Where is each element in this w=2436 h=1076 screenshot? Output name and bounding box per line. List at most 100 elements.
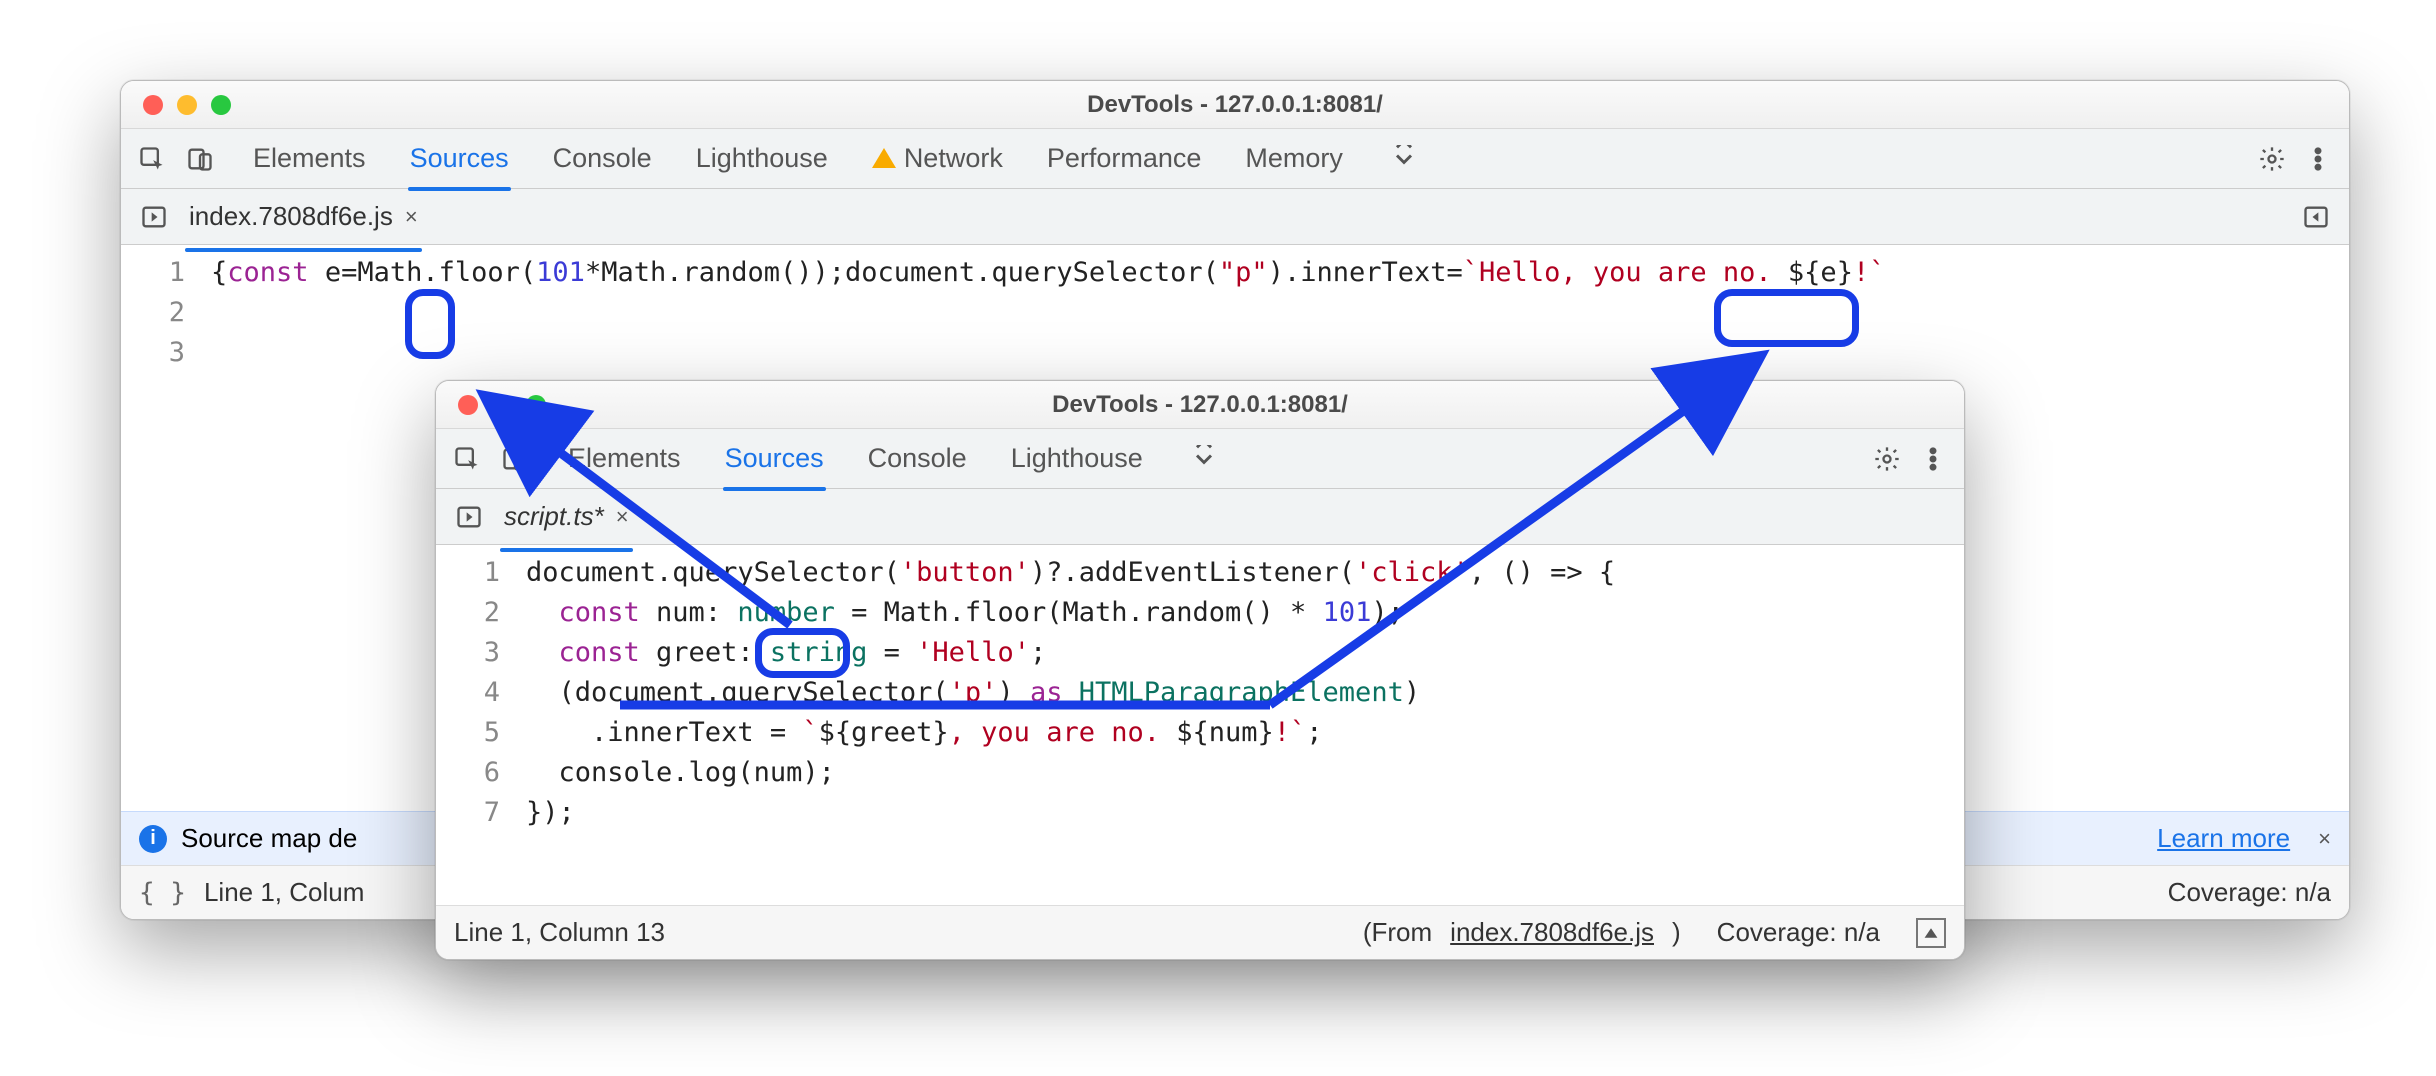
pretty-print-icon[interactable]: { } (139, 878, 186, 908)
coverage-label: Coverage: n/a (1717, 917, 1880, 948)
code-token: ` (802, 717, 818, 748)
tab-console[interactable]: Console (866, 431, 969, 486)
close-tab-icon[interactable]: × (405, 204, 418, 230)
code-token: const (526, 637, 656, 668)
kebab-menu-icon[interactable] (2299, 140, 2337, 178)
code-token: !` (1274, 717, 1307, 748)
code-token: HTMLParagraphElement (1079, 677, 1404, 708)
code-token: Math.random());document.querySelector( (601, 257, 1219, 288)
line-number: 6 (436, 753, 500, 793)
tab-elements[interactable]: Elements (251, 131, 368, 186)
toggle-device-icon[interactable] (181, 140, 219, 178)
panel-tabs: Elements Sources Console Lighthouse Netw… (251, 131, 2243, 186)
more-tabs-icon[interactable] (1185, 440, 1223, 478)
code-token: 'click' (1355, 557, 1469, 588)
dismiss-infobar-icon[interactable]: × (2318, 826, 2331, 852)
tab-network[interactable]: Network (870, 131, 1005, 186)
code-token: * (585, 257, 601, 288)
code-token: string (770, 637, 868, 668)
zoom-window-button[interactable] (526, 395, 546, 415)
code-token: , you are no. (949, 717, 1177, 748)
tab-console[interactable]: Console (551, 131, 654, 186)
tab-sources[interactable]: Sources (723, 431, 826, 486)
close-window-button[interactable] (143, 95, 163, 115)
code-token: .innerText = (526, 717, 802, 748)
settings-gear-icon[interactable] (1868, 440, 1906, 478)
file-tab-label: index.7808df6e.js (189, 201, 393, 232)
line-number: 3 (121, 333, 185, 373)
code-token: num (656, 597, 705, 628)
window-controls (121, 95, 231, 115)
code-token: ) (1404, 677, 1420, 708)
toggle-device-icon[interactable] (496, 440, 534, 478)
code-token: , () => { (1469, 557, 1615, 588)
file-tab-index-js[interactable]: index.7808df6e.js × (185, 191, 422, 242)
infobar-text: Source map de (181, 823, 357, 854)
code-token: ` (1463, 257, 1479, 288)
code-token (1062, 677, 1078, 708)
tab-elements[interactable]: Elements (566, 431, 683, 486)
statusbar-secondary: Line 1, Column 13 (From index.7808df6e.j… (436, 905, 1964, 959)
tab-lighthouse[interactable]: Lighthouse (1009, 431, 1145, 486)
code-content[interactable]: document.querySelector('button')?.addEve… (516, 545, 1964, 905)
inspect-element-icon[interactable] (133, 140, 171, 178)
line-number: 1 (436, 553, 500, 593)
code-token: !` (1853, 257, 1886, 288)
titlebar-secondary: DevTools - 127.0.0.1:8081/ (436, 381, 1964, 429)
code-token: Hello, (1479, 257, 1577, 288)
line-number: 2 (436, 593, 500, 633)
learn-more-link[interactable]: Learn more (2157, 823, 2290, 854)
settings-gear-icon[interactable] (2253, 140, 2291, 178)
line-number: 5 (436, 713, 500, 753)
more-tabs-icon[interactable] (1385, 140, 1423, 178)
code-token: = (341, 257, 357, 288)
tab-memory[interactable]: Memory (1243, 131, 1345, 186)
titlebar-main: DevTools - 127.0.0.1:8081/ (121, 81, 2349, 129)
cursor-position: Line 1, Column 13 (454, 917, 665, 948)
close-window-button[interactable] (458, 395, 478, 415)
code-token: = Math.floor(Math.random() * (835, 597, 1323, 628)
cursor-position: Line 1, Colum (204, 877, 364, 908)
tab-sources[interactable]: Sources (408, 131, 511, 186)
code-token: Math.floor( (357, 257, 536, 288)
code-token: greet (656, 637, 737, 668)
file-tab-script-ts[interactable]: script.ts* × (500, 491, 633, 542)
code-token: const (227, 257, 325, 288)
warning-icon (872, 148, 896, 168)
code-token: console.log(num); (526, 757, 835, 788)
window-title: DevTools - 127.0.0.1:8081/ (436, 391, 1964, 419)
show-console-icon[interactable] (1916, 918, 1946, 948)
code-editor-secondary[interactable]: 1 2 3 4 5 6 7 document.querySelector('bu… (436, 545, 1964, 905)
close-tab-icon[interactable]: × (616, 504, 629, 530)
inspect-element-icon[interactable] (448, 440, 486, 478)
code-token: 101 (536, 257, 585, 288)
show-navigator-icon[interactable] (450, 498, 488, 536)
zoom-window-button[interactable] (211, 95, 231, 115)
show-navigator-icon[interactable] (135, 198, 173, 236)
from-label: (From (1363, 917, 1432, 948)
code-token: (document.querySelector( (526, 677, 949, 708)
code-token: ) (997, 677, 1030, 708)
tab-performance[interactable]: Performance (1045, 131, 1204, 186)
code-token: ${e} (1788, 257, 1853, 288)
minimize-window-button[interactable] (177, 95, 197, 115)
code-token: ).innerText= (1268, 257, 1463, 288)
info-icon: i (139, 825, 167, 853)
code-token: 'button' (900, 557, 1030, 588)
window-title: DevTools - 127.0.0.1:8081/ (121, 91, 2349, 119)
minimize-window-button[interactable] (492, 395, 512, 415)
code-token: const (526, 597, 656, 628)
code-token: ); (1371, 597, 1404, 628)
line-number: 3 (436, 633, 500, 673)
tab-network-label: Network (904, 143, 1003, 173)
tab-lighthouse[interactable]: Lighthouse (694, 131, 830, 186)
kebab-menu-icon[interactable] (1914, 440, 1952, 478)
source-file-link[interactable]: index.7808df6e.js (1450, 917, 1654, 948)
line-gutter: 1 2 3 (121, 245, 201, 811)
from-close: ) (1672, 917, 1681, 948)
show-debugger-icon[interactable] (2297, 198, 2335, 236)
code-token: { (211, 257, 227, 288)
code-token: e (325, 257, 341, 288)
code-token: as (1030, 677, 1063, 708)
code-token: : (705, 597, 738, 628)
